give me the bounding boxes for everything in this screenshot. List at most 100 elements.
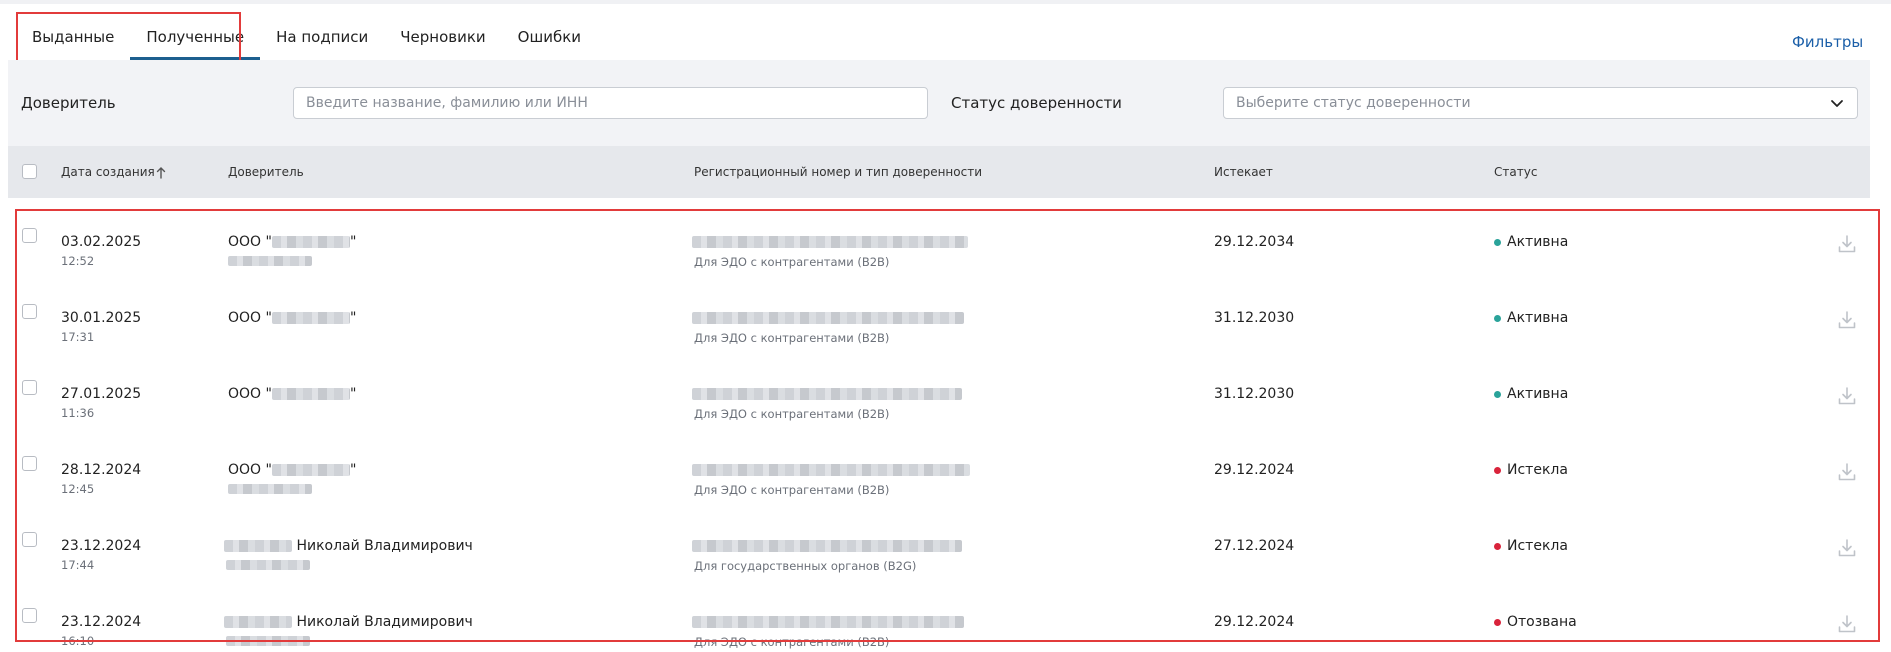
status-dot: [1494, 390, 1501, 398]
row-date: 27.01.2025: [61, 386, 142, 402]
status-text: Активна: [1507, 386, 1569, 402]
table-row[interactable]: 03.02.2025 12:52 ООО " " Для ЭДО с контра…: [0, 216, 1891, 292]
principal-search-input[interactable]: [293, 87, 928, 119]
row-time: 16:10: [61, 634, 95, 648]
redacted-surname: [224, 616, 292, 628]
redacted-reg-number: [692, 616, 964, 628]
table-row[interactable]: 23.12.2024 17:44 Николай Владимирович Дл…: [0, 520, 1891, 596]
row-principal: Николай Владимирович: [224, 614, 473, 630]
row-time: 12:52: [61, 254, 95, 268]
row-time: 12:45: [61, 482, 95, 496]
download-icon[interactable]: [1836, 309, 1858, 331]
principal-suffix: Николай Владимирович: [292, 614, 473, 630]
row-principal: ООО " ": [228, 234, 356, 250]
redacted-inn: [228, 256, 312, 266]
table-header: Дата создания Доверитель Регистрационный…: [8, 146, 1870, 198]
principal-suffix: ": [349, 462, 357, 478]
status-badge: Активна: [1494, 386, 1568, 402]
status-badge: Отозвана: [1494, 614, 1577, 630]
redacted-reg-number: [692, 464, 970, 476]
row-principal: ООО " ": [228, 462, 356, 478]
status-text: Истекла: [1507, 462, 1568, 478]
row-date: 03.02.2025: [61, 234, 142, 250]
row-reg-type: Для ЭДО с контрагентами (B2B): [694, 483, 890, 497]
redacted-reg-number: [692, 236, 968, 248]
status-text: Истекла: [1507, 538, 1568, 554]
chevron-down-icon: [1831, 100, 1843, 107]
download-icon[interactable]: [1836, 613, 1858, 635]
row-reg-type: Для ЭДО с контрагентами (B2B): [694, 255, 890, 269]
row-date: 28.12.2024: [61, 462, 142, 478]
row-expires: 27.12.2024: [1214, 538, 1295, 554]
table-row[interactable]: 27.01.2025 11:36 ООО " " Для ЭДО с контра…: [0, 368, 1891, 444]
table-row[interactable]: 28.12.2024 12:45 ООО " " Для ЭДО с контра…: [0, 444, 1891, 520]
redacted-name: [271, 388, 350, 400]
row-expires: 29.12.2024: [1214, 614, 1295, 630]
row-reg-type: Для ЭДО с контрагентами (B2B): [694, 407, 890, 421]
redacted-inn: [226, 636, 310, 646]
redacted-name: [271, 464, 350, 476]
status-text: Активна: [1507, 234, 1569, 250]
row-checkbox[interactable]: [22, 608, 37, 623]
status-badge: Истекла: [1494, 538, 1568, 554]
status-badge: Истекла: [1494, 462, 1568, 478]
status-text: Отозвана: [1507, 614, 1577, 630]
row-date: 23.12.2024: [61, 538, 142, 554]
row-expires: 31.12.2030: [1214, 386, 1295, 402]
status-filter-label: Статус доверенности: [951, 94, 1122, 112]
status-dot: [1494, 238, 1501, 246]
row-checkbox[interactable]: [22, 380, 37, 395]
download-icon[interactable]: [1836, 537, 1858, 559]
row-principal: ООО " ": [228, 310, 356, 326]
status-badge: Активна: [1494, 234, 1568, 250]
redacted-name: [271, 236, 350, 248]
redacted-inn: [226, 560, 310, 570]
row-reg-type: Для ЭДО с контрагентами (B2B): [694, 635, 890, 649]
status-text: Активна: [1507, 310, 1569, 326]
row-principal: ООО " ": [228, 386, 356, 402]
download-icon[interactable]: [1836, 233, 1858, 255]
header-reg: Регистрационный номер и тип доверенности: [694, 165, 982, 179]
principal-prefix: ООО ": [228, 310, 272, 326]
status-dot: [1494, 466, 1501, 474]
filters-link[interactable]: Фильтры: [1792, 33, 1863, 51]
header-principal: Доверитель: [228, 165, 304, 179]
principal-prefix: ООО ": [228, 462, 272, 478]
download-icon[interactable]: [1836, 385, 1858, 407]
row-date: 23.12.2024: [61, 614, 142, 630]
row-time: 11:36: [61, 406, 95, 420]
table-row[interactable]: 23.12.2024 16:10 Николай Владимирович Дл…: [0, 596, 1891, 652]
principal-suffix: ": [349, 386, 357, 402]
header-status: Статус: [1494, 165, 1538, 179]
row-principal: Николай Владимирович: [224, 538, 473, 554]
status-select[interactable]: Выберите статус доверенности: [1223, 87, 1858, 119]
row-checkbox[interactable]: [22, 304, 37, 319]
row-reg-type: Для ЭДО с контрагентами (B2B): [694, 331, 890, 345]
row-expires: 29.12.2034: [1214, 234, 1295, 250]
filter-panel: Доверитель Статус доверенности Выберите …: [8, 60, 1870, 146]
row-time: 17:44: [61, 558, 95, 572]
status-dot: [1494, 618, 1501, 626]
row-checkbox[interactable]: [22, 532, 37, 547]
row-time: 17:31: [61, 330, 95, 344]
status-dot: [1494, 542, 1501, 550]
table-row[interactable]: 30.01.2025 17:31 ООО " " Для ЭДО с контра…: [0, 292, 1891, 368]
row-expires: 29.12.2024: [1214, 462, 1295, 478]
principal-prefix: ООО ": [228, 234, 272, 250]
header-created[interactable]: Дата создания: [61, 165, 155, 179]
download-icon[interactable]: [1836, 461, 1858, 483]
status-badge: Активна: [1494, 310, 1568, 326]
principal-suffix: Николай Владимирович: [292, 538, 473, 554]
row-checkbox[interactable]: [22, 228, 37, 243]
row-checkbox[interactable]: [22, 456, 37, 471]
select-all-checkbox[interactable]: [22, 164, 37, 179]
row-expires: 31.12.2030: [1214, 310, 1295, 326]
principal-suffix: ": [349, 310, 357, 326]
top-strip: [0, 0, 1891, 4]
principal-prefix: ООО ": [228, 386, 272, 402]
arrow-up-icon[interactable]: [155, 166, 167, 180]
redacted-reg-number: [692, 388, 962, 400]
principal-filter-label: Доверитель: [21, 94, 116, 112]
redacted-surname: [224, 540, 292, 552]
redacted-name: [271, 312, 350, 324]
